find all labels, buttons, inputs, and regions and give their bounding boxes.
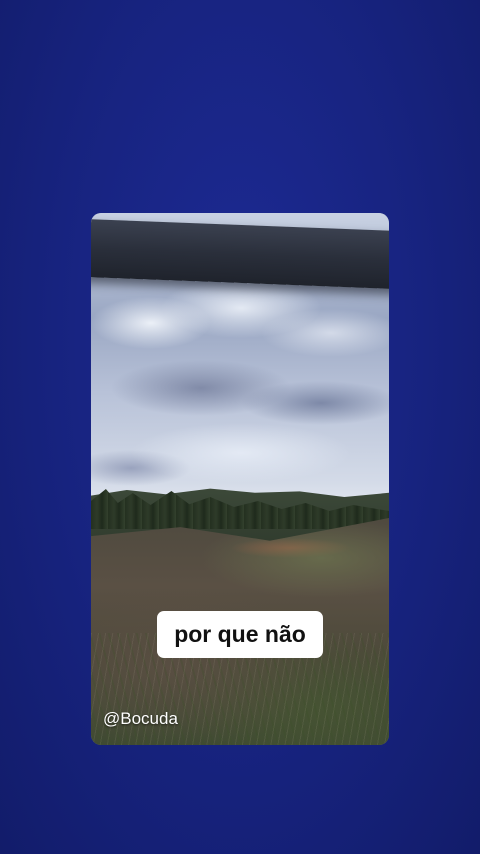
caption-text: por que não [174, 621, 306, 647]
story-media-card[interactable] [91, 213, 389, 745]
watermark-username: @Bocuda [103, 709, 178, 728]
caption-sticker: por que não [157, 611, 323, 658]
foreground-bar-photo [91, 218, 389, 290]
